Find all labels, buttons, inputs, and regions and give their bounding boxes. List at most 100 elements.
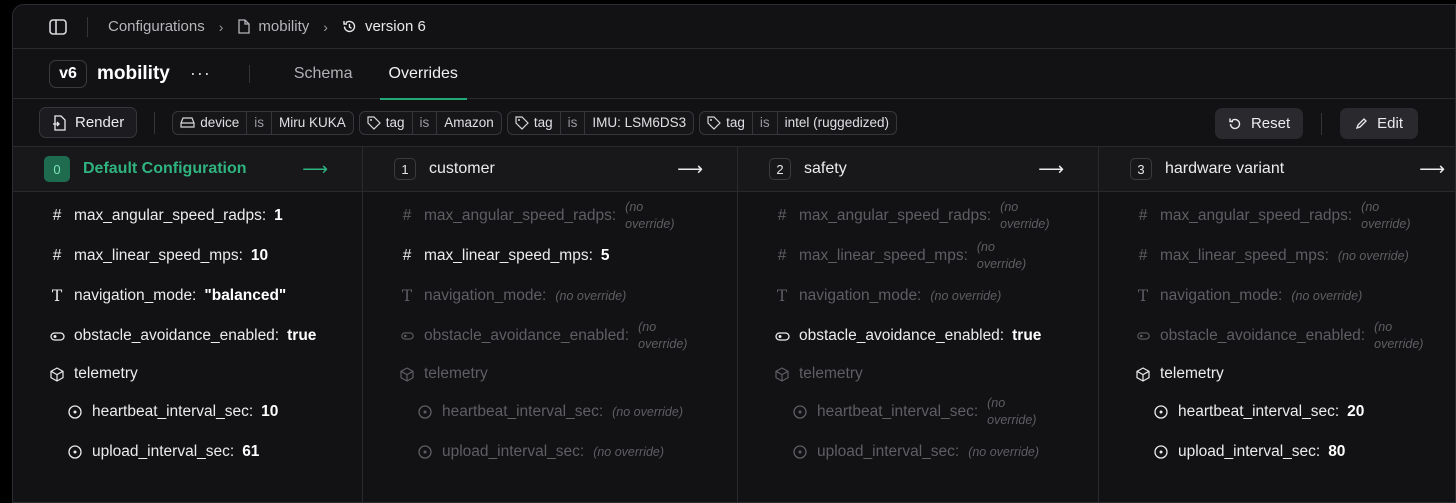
field-key: upload_interval_sec: [1178, 443, 1321, 460]
field-value: "balanced" [204, 287, 287, 304]
field-row[interactable]: upload_interval_sec: (no override) [774, 432, 1098, 472]
cube-icon [399, 366, 415, 382]
field-row[interactable]: # max_angular_speed_radps: 1 [49, 196, 362, 236]
number-circle-icon [1153, 405, 1169, 419]
filter-key: tag [360, 115, 412, 130]
field-row[interactable]: # max_linear_speed_mps: (no override) [774, 236, 1098, 276]
layer-index-badge: 1 [394, 158, 416, 180]
field-key: heartbeat_interval_sec: [1178, 403, 1340, 420]
field-row-group[interactable]: telemetry [1135, 356, 1455, 392]
render-button[interactable]: Render [39, 107, 138, 138]
chevron-right-icon: › [323, 18, 328, 35]
field-list: # max_angular_speed_radps: (no override)… [738, 196, 1098, 472]
field-key: upload_interval_sec: [92, 443, 235, 460]
config-name: mobility [97, 62, 170, 84]
column-customer: 1 customer ⟶ # max_angular_speed_radps: … [363, 147, 738, 502]
field-row[interactable]: # max_angular_speed_radps: (no override) [1135, 196, 1455, 236]
breadcrumb-configurations[interactable]: Configurations [108, 18, 205, 35]
field-row[interactable]: T navigation_mode: (no override) [1135, 276, 1455, 316]
filter-operator: is [751, 111, 778, 134]
column-header[interactable]: 0 Default Configuration ⟶ [13, 147, 362, 192]
text-type-icon: T [776, 287, 788, 305]
tag-icon [367, 115, 381, 130]
tab-schema[interactable]: Schema [294, 49, 353, 99]
version-badge: v6 [49, 59, 87, 88]
filter-chip-tag[interactable]: tag is IMU: LSM6DS3 [506, 110, 695, 135]
toggle-icon [399, 332, 415, 340]
field-key: max_linear_speed_mps: [424, 247, 593, 264]
field-row[interactable]: obstacle_avoidance_enabled: true [49, 316, 362, 356]
filter-key-label: tag [385, 115, 405, 130]
sidebar-toggle-icon[interactable] [49, 18, 67, 35]
number-circle-icon [417, 405, 433, 419]
divider [1321, 112, 1323, 135]
field-key: navigation_mode: [424, 287, 547, 304]
field-row[interactable]: upload_interval_sec: (no override) [399, 432, 737, 472]
number-hash-icon: # [52, 247, 62, 264]
field-row[interactable]: T navigation_mode: (no override) [399, 276, 737, 316]
field-row[interactable]: T navigation_mode: "balanced" [49, 276, 362, 316]
field-row[interactable]: # max_linear_speed_mps: (no override) [1135, 236, 1455, 276]
field-row[interactable]: # max_linear_speed_mps: 10 [49, 236, 362, 276]
field-key: max_angular_speed_radps: [74, 207, 267, 224]
field-row[interactable]: heartbeat_interval_sec: (no override) [774, 392, 1098, 432]
filter-chip-tag[interactable]: tag is Amazon [358, 110, 502, 135]
filter-operator: is [246, 111, 272, 134]
number-circle-icon [792, 445, 808, 459]
field-row[interactable]: # max_angular_speed_radps: (no override) [774, 196, 1098, 236]
field-value: 20 [1347, 403, 1365, 420]
filter-key: tag [508, 115, 560, 130]
tab-overrides[interactable]: Overrides [379, 49, 468, 100]
field-value: 61 [242, 443, 260, 460]
field-key: max_angular_speed_radps: [424, 207, 617, 224]
arrow-right-icon[interactable]: ⟶ [302, 159, 328, 180]
arrow-right-icon[interactable]: ⟶ [1419, 159, 1445, 180]
field-row[interactable]: heartbeat_interval_sec: (no override) [399, 392, 737, 432]
render-file-icon [52, 114, 66, 131]
more-options-icon[interactable]: ··· [190, 63, 211, 84]
column-header[interactable]: 2 safety ⟶ [738, 147, 1098, 192]
field-key: telemetry [1160, 365, 1224, 382]
arrow-right-icon[interactable]: ⟶ [1038, 159, 1064, 180]
no-override-label: (no override) [1291, 288, 1363, 303]
field-row[interactable]: T navigation_mode: (no override) [774, 276, 1098, 316]
field-list: # max_angular_speed_radps: (no override)… [1099, 196, 1455, 472]
field-row[interactable]: upload_interval_sec: 80 [1135, 432, 1455, 472]
field-row[interactable]: heartbeat_interval_sec: 20 [1135, 392, 1455, 432]
reset-button[interactable]: Reset [1214, 108, 1304, 139]
field-row[interactable]: obstacle_avoidance_enabled: (no override… [1135, 316, 1455, 356]
field-key: telemetry [74, 365, 138, 382]
field-key: max_linear_speed_mps: [1160, 247, 1329, 264]
no-override-label: (no override) [1374, 320, 1424, 351]
field-key: upload_interval_sec: [442, 443, 585, 460]
toggle-icon [1135, 332, 1151, 340]
reset-icon [1228, 117, 1242, 131]
breadcrumb-mobility[interactable]: mobility [237, 18, 309, 35]
field-row-group[interactable]: telemetry [774, 356, 1098, 392]
field-key: obstacle_avoidance_enabled: [74, 327, 280, 344]
field-key: heartbeat_interval_sec: [92, 403, 254, 420]
arrow-right-icon[interactable]: ⟶ [677, 159, 703, 180]
field-row[interactable]: obstacle_avoidance_enabled: (no override… [399, 316, 737, 356]
field-key: max_angular_speed_radps: [1160, 207, 1353, 224]
filter-chip-device[interactable]: device is Miru KUKA [172, 110, 354, 135]
field-row[interactable]: # max_linear_speed_mps: 5 [399, 236, 737, 276]
column-header[interactable]: 1 customer ⟶ [363, 147, 737, 192]
filter-chip-tag[interactable]: tag is intel (ruggedized) [699, 110, 897, 135]
field-row[interactable]: obstacle_avoidance_enabled: true [774, 316, 1098, 356]
field-row[interactable]: heartbeat_interval_sec: 10 [49, 392, 362, 432]
render-label: Render [75, 114, 125, 131]
field-row[interactable]: # max_angular_speed_radps: (no override) [399, 196, 737, 236]
field-row-group[interactable]: telemetry [49, 356, 362, 392]
device-icon [180, 117, 195, 128]
field-row-group[interactable]: telemetry [399, 356, 737, 392]
edit-button[interactable]: Edit [1340, 108, 1418, 139]
column-header[interactable]: 3 hardware variant ⟶ [1099, 147, 1455, 192]
config-header: v6 mobility ··· Schema Overrides [13, 49, 1455, 100]
breadcrumb-version[interactable]: version 6 [342, 18, 426, 35]
cube-icon [774, 366, 790, 382]
field-row[interactable]: upload_interval_sec: 61 [49, 432, 362, 472]
filter-value: Amazon [444, 115, 494, 130]
field-list: # max_angular_speed_radps: 1 # max_linea… [13, 196, 362, 472]
column-safety: 2 safety ⟶ # max_angular_speed_radps: (n… [738, 147, 1099, 502]
